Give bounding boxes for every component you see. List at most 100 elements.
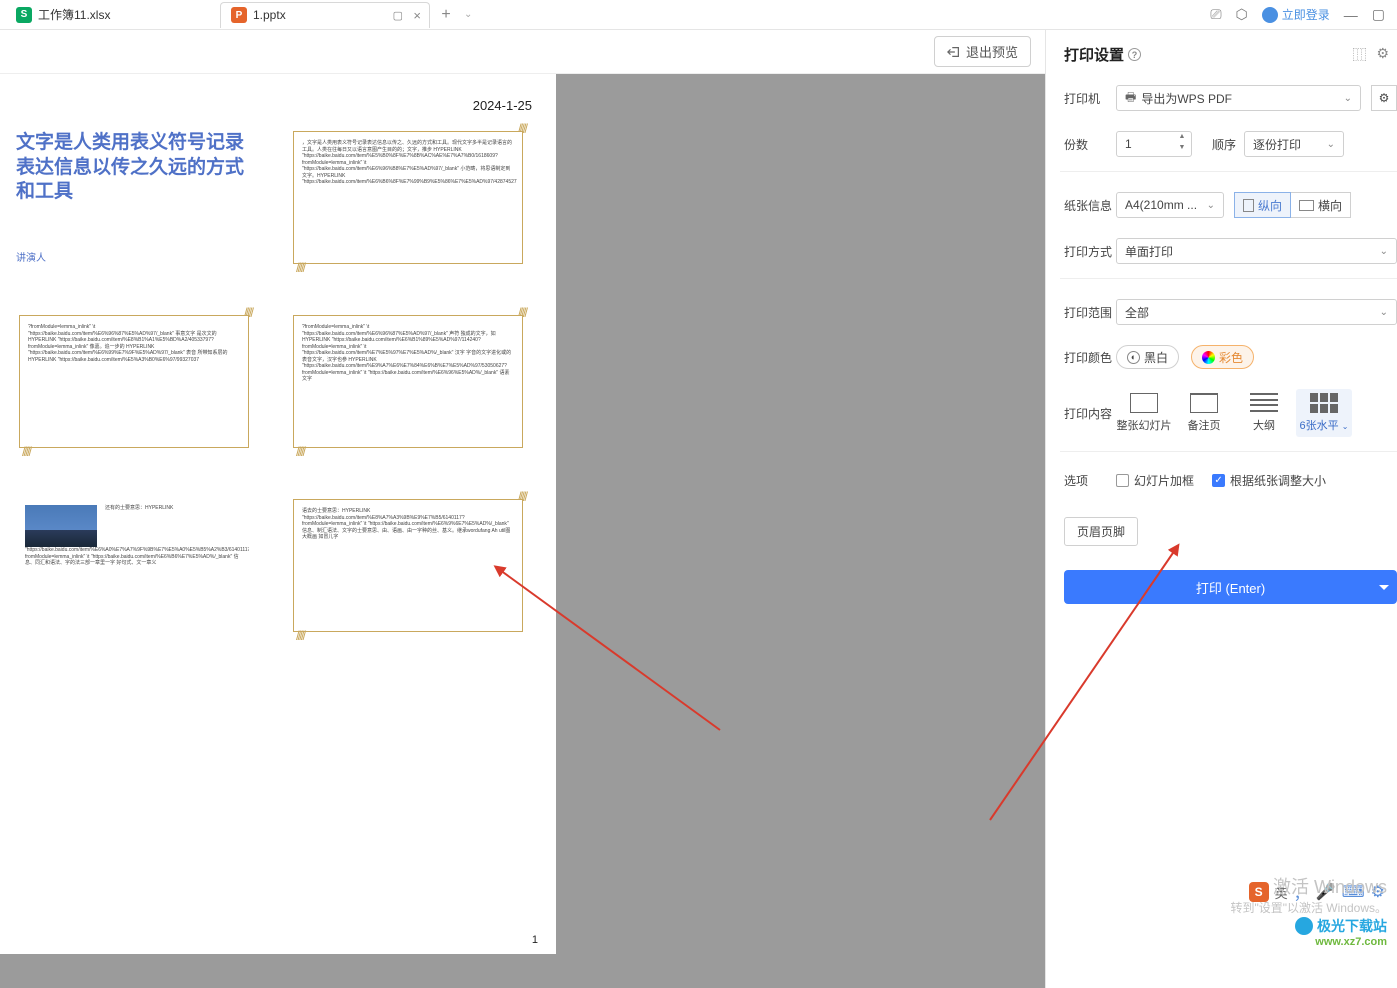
chevron-down-icon: ⌄ [1327, 139, 1335, 150]
printer-icon: 🖶 [1125, 88, 1136, 109]
login-label: 立即登录 [1282, 6, 1330, 23]
color-option[interactable]: 彩色 [1191, 345, 1254, 369]
window-icon[interactable]: ▢ [393, 9, 403, 22]
chevron-down-icon: ⌄ [1342, 422, 1349, 431]
exit-icon [947, 45, 961, 59]
options-label: 选项 [1064, 472, 1116, 489]
site-url: www.xz7.com [1230, 936, 1387, 948]
slide-body: 语去的士要意思：HYPERLINK "https://baike.baidu.c… [293, 499, 523, 632]
color-label: 打印颜色 [1064, 349, 1116, 366]
tab-label: 1.pptx [253, 8, 286, 22]
columns-icon[interactable]: ⿲ [1352, 45, 1366, 65]
page-date: 2024-1-25 [10, 98, 532, 113]
add-tab-button[interactable]: + [434, 3, 458, 27]
close-icon[interactable]: × [413, 8, 421, 23]
notes-icon [1190, 393, 1218, 413]
minimize-icon[interactable]: — [1344, 7, 1358, 23]
avatar-icon [1262, 7, 1278, 23]
help-icon[interactable]: ? [1128, 48, 1141, 61]
spreadsheet-icon: S [16, 7, 32, 23]
printer-settings-button[interactable]: ⚙ [1371, 85, 1397, 111]
maximize-icon[interactable]: ▢ [1372, 6, 1385, 23]
copies-input[interactable]: 1 ▲▼ [1116, 131, 1192, 157]
row-content: 打印内容 整张幻灯片 备注页 大纲 6张水平 ⌄ [1064, 389, 1397, 437]
cube-icon[interactable]: ⬡ [1236, 6, 1248, 23]
content-6horizontal[interactable]: 6张水平 ⌄ [1296, 389, 1352, 437]
paper-label: 纸张信息 [1064, 197, 1116, 214]
paper-select[interactable]: A4(210mm ... ⌄ [1116, 192, 1224, 218]
range-value: 全部 [1125, 304, 1149, 321]
scale-checkbox[interactable]: ✓ 根据纸张调整大小 [1212, 472, 1326, 489]
frame-checkbox[interactable]: 幻灯片加框 [1116, 472, 1194, 489]
tab-presentation[interactable]: P 1.pptx ▢ × [220, 2, 430, 28]
checkbox-icon [1116, 474, 1129, 487]
content-outline[interactable]: 大纲 [1236, 389, 1292, 437]
slide-thumbnail-2: ///// ，文字是人类用表义符号记录表达信息以传之、久远的方式和工具。现代文字… [284, 121, 532, 281]
chevron-down-icon: ⌄ [1380, 307, 1388, 318]
activate-sub: 转到"设置"以激活 Windows。 [1230, 899, 1387, 916]
slide-title: 文字是人类用表义符号记录表达信息以传之久远的方式和工具 [16, 131, 252, 205]
content-opt-label: 大纲 [1253, 420, 1275, 432]
content-label: 打印内容 [1064, 389, 1116, 422]
range-select[interactable]: 全部 ⌄ [1116, 299, 1397, 325]
content-opt-label: 6张水平 [1300, 420, 1339, 432]
printer-label: 打印机 [1064, 90, 1116, 107]
exit-preview-label: 退出预览 [966, 42, 1018, 61]
chevron-down-icon: ⌄ [1207, 200, 1215, 211]
portrait-button[interactable]: 纵向 [1234, 192, 1291, 218]
order-select[interactable]: 逐份打印 ⌄ [1244, 131, 1344, 157]
row-color: 打印颜色 ◐ 黑白 彩色 [1064, 345, 1397, 369]
landscape-icon [1299, 200, 1314, 211]
range-label: 打印范围 [1064, 304, 1116, 321]
frame-label: 幻灯片加框 [1134, 472, 1194, 489]
tab-label: 工作簿11.xlsx [38, 6, 110, 23]
spinner[interactable]: ▲▼ [1175, 133, 1189, 155]
row-range: 打印范围 全部 ⌄ [1064, 299, 1397, 325]
portrait-label: 纵向 [1258, 197, 1282, 214]
slide-body: 还有的士要意思：HYPERLINK "https://baike.baidu.c… [19, 499, 249, 632]
color-icon [1202, 351, 1215, 364]
bw-icon: ◐ [1127, 351, 1140, 364]
checkbox-checked-icon: ✓ [1212, 474, 1225, 487]
phone-icon[interactable]: ⎚ [1210, 6, 1221, 23]
row-copies: 份数 1 ▲▼ 顺序 逐份打印 ⌄ [1064, 131, 1397, 157]
row-header-footer: 页眉页脚 [1064, 517, 1397, 546]
slide-thumbnail-6: ///// 语去的士要意思：HYPERLINK "https://baike.b… [284, 489, 532, 649]
copies-value: 1 [1125, 137, 1132, 151]
preview-area: 退出预览 2024-1-25 文字是人类用表义符号记录表达信息以传之久远的方式和… [0, 30, 1045, 988]
bw-label: 黑白 [1144, 349, 1168, 366]
landscape-label: 横向 [1318, 197, 1342, 214]
slide-image [25, 505, 97, 547]
content-full-slide[interactable]: 整张幻灯片 [1116, 389, 1172, 437]
preview-toolbar: 退出预览 [0, 30, 1045, 74]
tab-bar-right: ⎚ ⬡ 立即登录 — ▢ [1210, 6, 1391, 23]
slide-thumbnail-5: 还有的士要意思：HYPERLINK "https://baike.baidu.c… [10, 489, 258, 649]
login-button[interactable]: 立即登录 [1262, 6, 1330, 23]
slide-body: ?fromModule=lemma_inlink" \t "https://ba… [19, 315, 249, 448]
order-value: 逐份打印 [1253, 136, 1301, 153]
copies-label: 份数 [1064, 136, 1116, 153]
tab-bar: S 工作簿11.xlsx P 1.pptx ▢ × + ⌄ ⎚ ⬡ 立即登录 —… [0, 0, 1397, 30]
chevron-down-icon[interactable]: ⌄ [464, 9, 472, 20]
duplex-select[interactable]: 单面打印 ⌄ [1116, 238, 1397, 264]
printer-select[interactable]: 🖶 导出为WPS PDF ⌄ [1116, 85, 1361, 111]
exit-preview-button[interactable]: 退出预览 [934, 36, 1031, 67]
watermark: 激活 Windows 转到"设置"以激活 Windows。 极光下载站 www.… [1230, 873, 1387, 948]
tab-workbook[interactable]: S 工作簿11.xlsx [6, 2, 216, 28]
gear-icon[interactable]: ⚙ [1376, 45, 1389, 65]
activate-windows: 激活 Windows [1230, 873, 1387, 899]
content-opt-label: 整张幻灯片 [1117, 420, 1172, 432]
grid6-icon [1310, 393, 1338, 413]
print-button[interactable]: 打印 (Enter) [1064, 570, 1397, 604]
print-page: 2024-1-25 文字是人类用表义符号记录表达信息以传之久远的方式和工具 讲演… [0, 74, 556, 954]
slide-body: ?fromModule=lemma_inlink" \t "https://ba… [293, 315, 523, 448]
preview-scroll[interactable]: 2024-1-25 文字是人类用表义符号记录表达信息以传之久远的方式和工具 讲演… [0, 74, 1045, 988]
slide-presenter: 讲演人 [16, 249, 252, 264]
content-notes[interactable]: 备注页 [1176, 389, 1232, 437]
landscape-button[interactable]: 横向 [1291, 192, 1351, 218]
bw-option[interactable]: ◐ 黑白 [1116, 345, 1179, 369]
header-footer-button[interactable]: 页眉页脚 [1064, 517, 1138, 546]
color-opt-label: 彩色 [1219, 349, 1243, 366]
slide-body: ，文字是人类用表义符号记录表达信息以传之、久远的方式和工具。现代文字多半是记录语… [293, 131, 523, 264]
duplex-label: 打印方式 [1064, 243, 1116, 260]
